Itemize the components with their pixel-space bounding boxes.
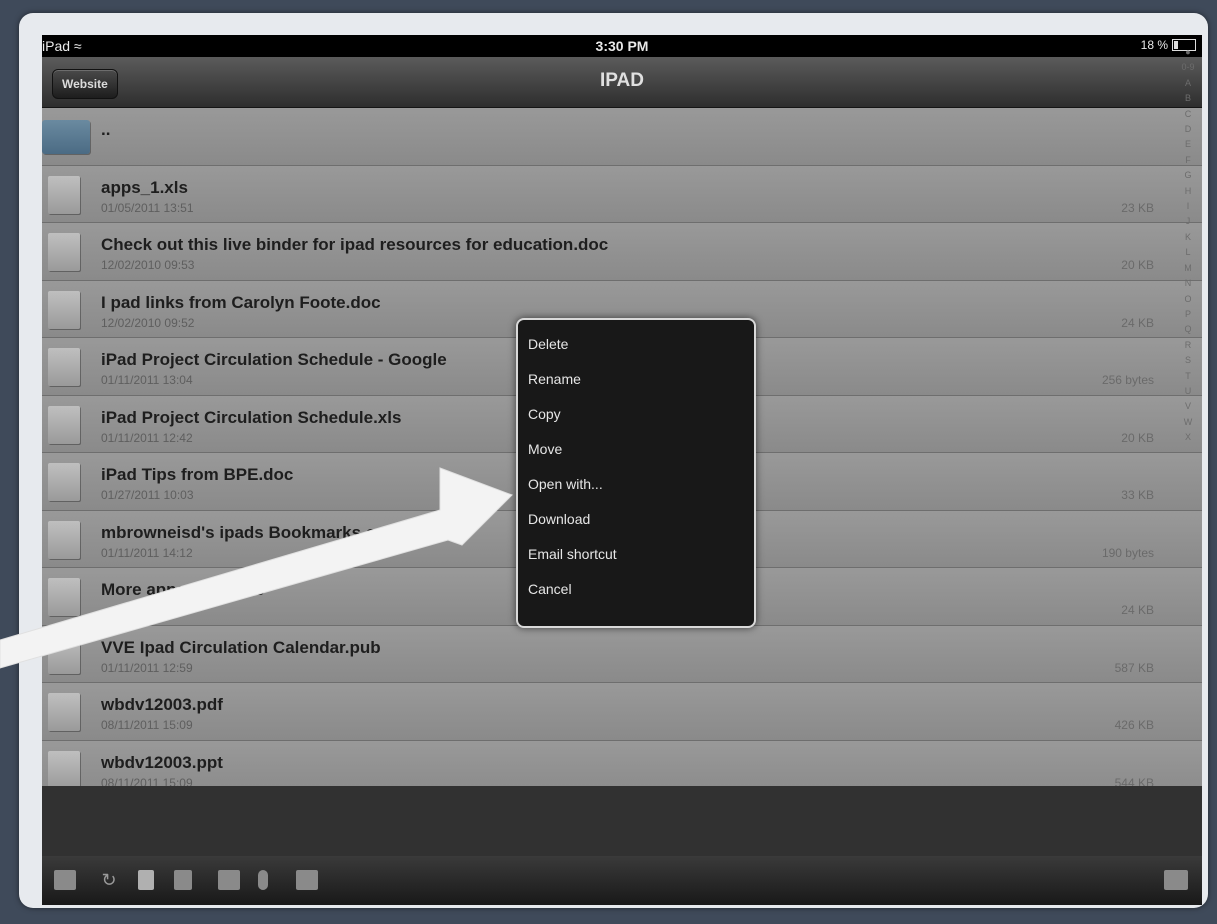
- index-letter[interactable]: D: [1176, 122, 1200, 137]
- index-letter[interactable]: C: [1176, 107, 1200, 122]
- file-size: 20 KB: [1121, 430, 1154, 445]
- alphabet-index[interactable]: ● 0-9 A B C D E F G H I J K L M N O P Q R S T U V W X: [1176, 45, 1200, 446]
- file-size: 20 KB: [1121, 258, 1154, 272]
- index-letter[interactable]: V: [1176, 399, 1200, 414]
- file-name: More apps sites.doc: [101, 580, 265, 599]
- menu-item-copy[interactable]: Copy: [528, 406, 561, 422]
- clock: 3:30 PM: [595, 38, 649, 54]
- file-date: 01/11/2011 12:59: [101, 660, 193, 675]
- file-name: wbdv12003.pdf: [101, 695, 223, 714]
- file-size: 426 KB: [1114, 718, 1154, 732]
- doc-file-icon: [48, 290, 80, 329]
- menu-item-rename[interactable]: Rename: [528, 371, 581, 387]
- index-letter[interactable]: N: [1176, 276, 1200, 291]
- doc-file-icon: [48, 233, 80, 271]
- file-row[interactable]: apps_1.xls 01/05/2011 13:51 23 KB: [42, 165, 1202, 223]
- file-size: 33 KB: [1121, 488, 1154, 502]
- index-letter[interactable]: ●: [1176, 45, 1200, 60]
- pdf-file-icon: [48, 693, 80, 731]
- index-letter[interactable]: R: [1176, 338, 1200, 353]
- video-icon[interactable]: [296, 870, 318, 890]
- file-row[interactable]: Check out this live binder for ipad reso…: [42, 223, 1202, 281]
- index-letter[interactable]: A: [1176, 76, 1200, 91]
- battery-percent: 18 %: [1140, 38, 1168, 52]
- file-icon: [48, 635, 80, 674]
- file-date: 01/11/2011 12:42: [101, 430, 193, 445]
- file-name: wbdv12003.ppt: [101, 752, 223, 772]
- camera-icon[interactable]: [218, 870, 240, 890]
- index-letter[interactable]: U: [1176, 384, 1200, 399]
- file-row[interactable]: wbdv12003.pdf 08/11/2011 15:09 426 KB: [42, 683, 1202, 741]
- menu-item-cancel[interactable]: Cancel: [528, 581, 572, 597]
- index-letter[interactable]: O: [1176, 292, 1200, 307]
- index-letter[interactable]: Q: [1176, 322, 1200, 337]
- file-date: 01/11/2011 14:12: [101, 545, 193, 560]
- status-bar: iPad ≈ 3:30 PM 18 %: [42, 35, 1202, 57]
- menu-item-email-shortcut[interactable]: Email shortcut: [528, 546, 617, 562]
- index-letter[interactable]: B: [1176, 91, 1200, 106]
- file-date: 12/02/2010 09:53: [101, 258, 195, 272]
- file-size: 24 KB: [1121, 315, 1154, 330]
- file-icon: [48, 750, 80, 789]
- nav-bar: Website IPAD: [42, 57, 1202, 108]
- file-icon: [48, 348, 80, 386]
- file-name: apps_1.xls: [101, 177, 188, 197]
- index-letter[interactable]: K: [1176, 230, 1200, 245]
- file-size: 587 KB: [1114, 660, 1154, 675]
- index-letter[interactable]: F: [1176, 153, 1200, 168]
- index-letter[interactable]: J: [1176, 214, 1200, 229]
- file-date: 01/27/2011 10:03: [101, 488, 194, 502]
- file-name: iPad Project Circulation Schedule - Goog…: [101, 350, 447, 369]
- file-row[interactable]: VVE Ipad Circulation Calendar.pub 01/11/2…: [42, 625, 1202, 683]
- file-date: 08/11/2011 15:09: [101, 718, 193, 732]
- file-size: 23 KB: [1121, 200, 1154, 215]
- index-letter[interactable]: P: [1176, 307, 1200, 322]
- file-icon: [48, 520, 80, 559]
- file-name: Check out this live binder for ipad reso…: [101, 235, 609, 254]
- index-letter[interactable]: 0-9: [1176, 60, 1200, 75]
- menu-item-delete[interactable]: Delete: [528, 336, 568, 352]
- menu-item-download[interactable]: Download: [528, 511, 590, 527]
- file-row[interactable]: ..: [42, 108, 1202, 166]
- xls-file-icon: [48, 405, 80, 444]
- file-date: 01/05/2011 13:51: [101, 200, 194, 215]
- file-name: I pad links from Carolyn Foote.doc: [101, 292, 381, 312]
- tablet-icon[interactable]: [138, 870, 154, 890]
- refresh-icon[interactable]: ↻: [98, 870, 120, 890]
- index-letter[interactable]: G: [1176, 168, 1200, 183]
- index-letter[interactable]: S: [1176, 353, 1200, 368]
- index-letter[interactable]: E: [1176, 137, 1200, 152]
- doc-file-icon: [48, 463, 80, 501]
- index-letter[interactable]: W: [1176, 415, 1200, 430]
- pages-icon[interactable]: [174, 870, 192, 890]
- empty-area: [42, 786, 1202, 856]
- bottom-toolbar: ↻: [42, 856, 1202, 905]
- index-letter[interactable]: L: [1176, 245, 1200, 260]
- file-name: iPad Tips from BPE.doc: [101, 465, 294, 484]
- context-menu: Delete Rename Copy Move Open with... Download…: [516, 318, 756, 628]
- export-icon[interactable]: [1164, 870, 1188, 890]
- index-letter[interactable]: I: [1176, 199, 1200, 214]
- menu-item-open-with[interactable]: Open with...: [528, 476, 603, 492]
- menu-item-move[interactable]: Move: [528, 441, 562, 457]
- file-name: ..: [101, 120, 111, 139]
- index-letter[interactable]: H: [1176, 184, 1200, 199]
- file-date: 01/11/2011 13:04: [101, 373, 193, 387]
- doc-file-icon: [48, 578, 80, 616]
- index-letter[interactable]: T: [1176, 369, 1200, 384]
- file-date: 12/02/2010 09:52: [101, 315, 195, 330]
- file-size: 190 bytes: [1101, 545, 1154, 560]
- file-name: VVE Ipad Circulation Calendar.pub: [101, 637, 381, 657]
- file-name: iPad Project Circulation Schedule.xls: [101, 407, 402, 427]
- file-name: mbrowneisd's ipads Bookmarks on Delicio: [101, 522, 448, 542]
- index-letter[interactable]: M: [1176, 261, 1200, 276]
- page-title: IPAD: [600, 70, 644, 91]
- index-letter[interactable]: X: [1176, 430, 1200, 445]
- new-folder-icon[interactable]: [54, 870, 76, 890]
- folder-icon: [42, 120, 90, 154]
- file-size: 24 KB: [1121, 603, 1154, 617]
- microphone-icon[interactable]: [258, 870, 268, 890]
- xls-file-icon: [48, 175, 80, 214]
- file-size: 256 bytes: [1101, 373, 1154, 387]
